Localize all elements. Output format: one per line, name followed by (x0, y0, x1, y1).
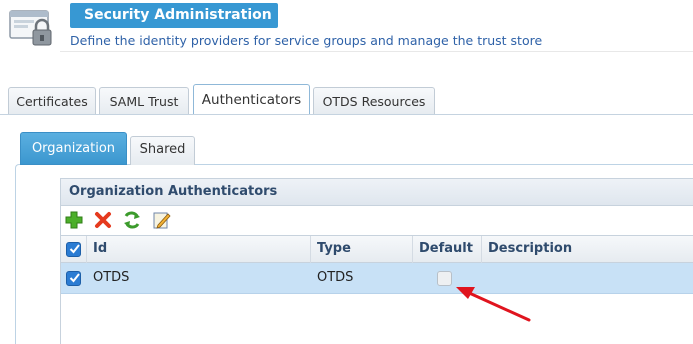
tab-label: SAML Trust (109, 94, 179, 109)
page-subtitle: Define the identity providers for servic… (70, 33, 543, 48)
tab-otds-resources[interactable]: OTDS Resources (313, 87, 435, 115)
delete-icon[interactable] (93, 210, 113, 230)
page-title: Security Administration (70, 3, 278, 28)
row-select-cell (61, 263, 87, 293)
select-all-cell (61, 236, 87, 263)
tab-certificates[interactable]: Certificates (8, 87, 96, 115)
subtab-label: Organization (31, 141, 116, 156)
table-row[interactable]: OTDS OTDS (61, 263, 693, 294)
column-header-id[interactable]: Id (87, 236, 311, 263)
add-icon[interactable] (64, 210, 84, 230)
annotation-arrow-icon (456, 287, 531, 322)
subtab-shared[interactable]: Shared (130, 136, 195, 165)
lock-window-icon (9, 10, 52, 46)
column-header-default[interactable]: Default (413, 236, 482, 263)
checkmark-icon (69, 244, 80, 254)
tab-label: Certificates (16, 94, 88, 109)
tab-saml-trust[interactable]: SAML Trust (99, 87, 189, 115)
edit-icon[interactable] (152, 210, 172, 230)
tab-label: Authenticators (201, 92, 302, 108)
select-all-checkbox[interactable] (66, 242, 81, 257)
row-select-checkbox[interactable] (66, 271, 81, 286)
subtab-label: Shared (139, 142, 186, 157)
grid-toolbar (61, 207, 693, 235)
tab-label: OTDS Resources (322, 94, 426, 109)
subtab-organization[interactable]: Organization (20, 132, 127, 165)
refresh-icon[interactable] (122, 210, 142, 230)
checkmark-icon (69, 273, 80, 283)
grid-header-row: Id Type Default Description (61, 235, 693, 263)
security-admin-page: Security Administration Define the ident… (0, 0, 693, 344)
grid-title: Organization Authenticators (61, 179, 693, 206)
column-header-type[interactable]: Type (311, 236, 413, 263)
header-divider (60, 51, 693, 52)
column-header-description[interactable]: Description (482, 236, 693, 263)
cell-type: OTDS (317, 270, 354, 285)
cell-id: OTDS (93, 270, 130, 285)
tab-authenticators[interactable]: Authenticators (193, 84, 310, 115)
